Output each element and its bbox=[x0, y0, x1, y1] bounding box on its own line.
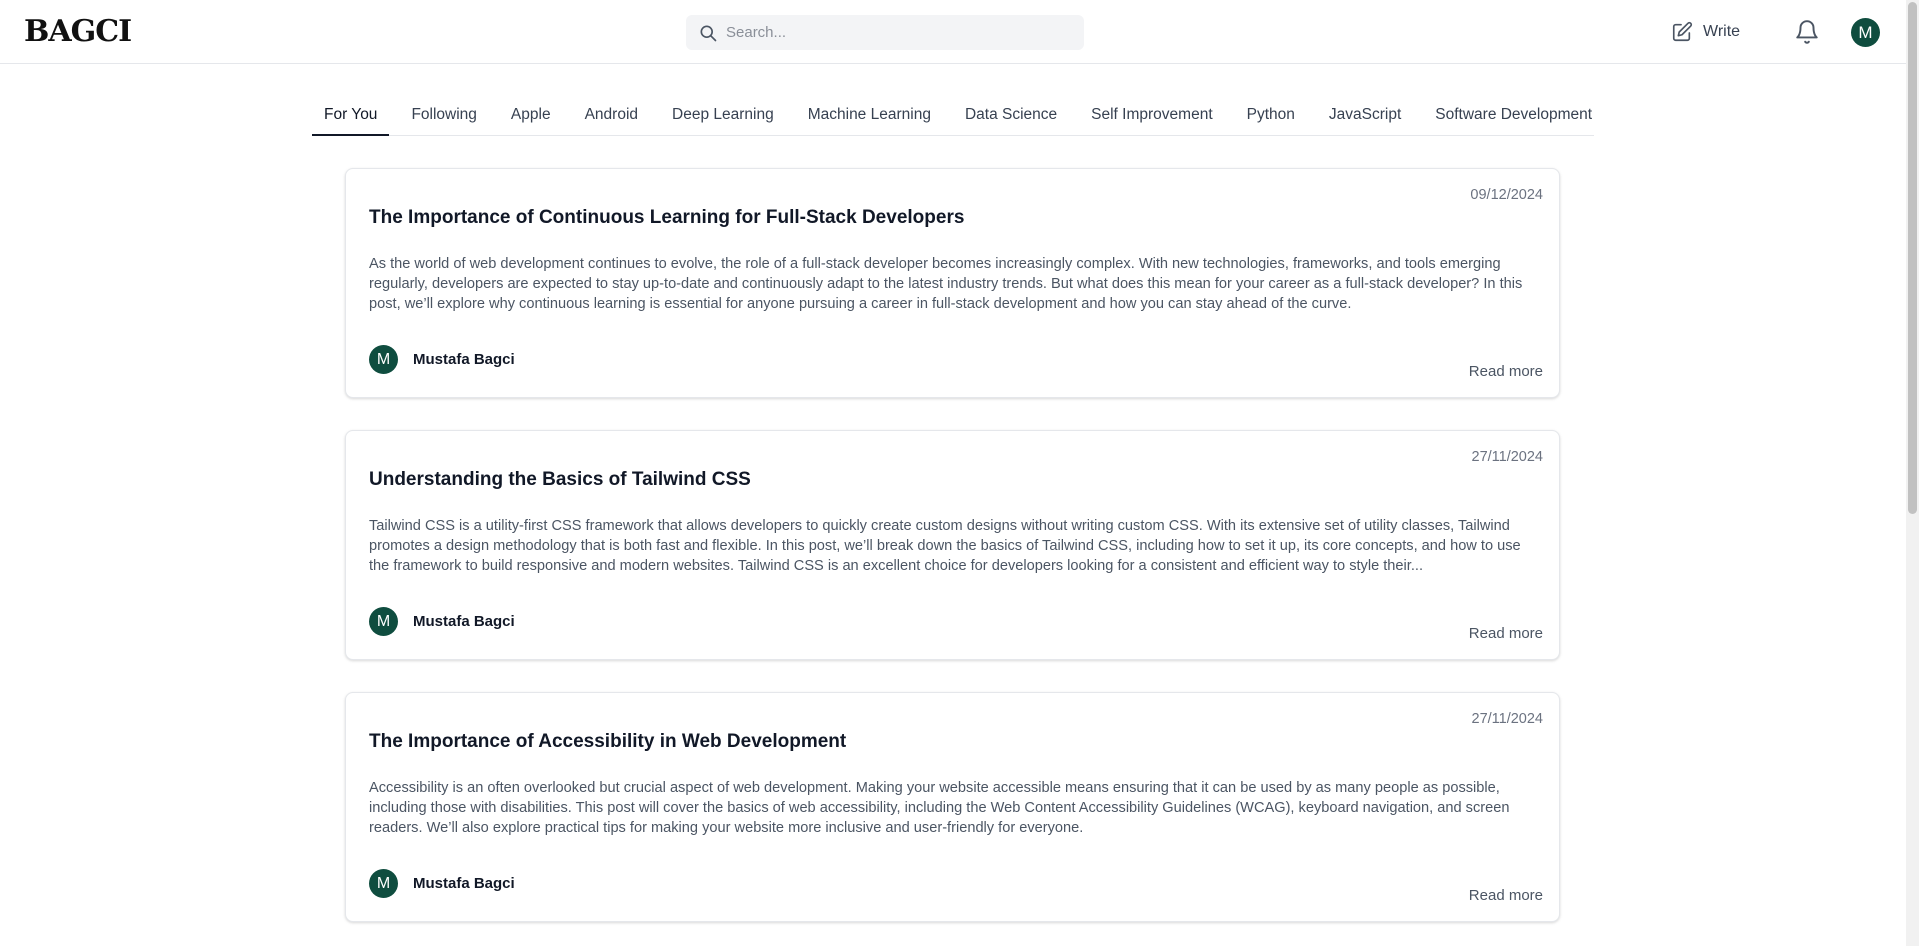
site-logo[interactable]: BAGCI bbox=[24, 14, 132, 50]
user-avatar[interactable]: M bbox=[1851, 18, 1880, 47]
search-icon bbox=[700, 25, 717, 42]
author-name: Mustafa Bagci bbox=[413, 875, 515, 892]
tab-android[interactable]: Android bbox=[573, 98, 650, 136]
notification-bell-icon[interactable] bbox=[1794, 19, 1820, 45]
write-label: Write bbox=[1703, 23, 1741, 40]
tab-data-science[interactable]: Data Science bbox=[953, 98, 1069, 136]
post-excerpt: As the world of web development continue… bbox=[369, 256, 1523, 312]
page-scrollbar[interactable] bbox=[1906, 0, 1919, 946]
post-card[interactable]: 09/12/2024 The Importance of Continuous … bbox=[345, 168, 1560, 398]
post-excerpt: Accessibility is an often overlooked but… bbox=[369, 780, 1510, 836]
top-header: BAGCI Write M bbox=[0, 0, 1906, 64]
author-avatar: M bbox=[369, 345, 398, 374]
post-date: 27/11/2024 bbox=[1471, 711, 1544, 727]
post-date: 27/11/2024 bbox=[1471, 449, 1544, 465]
tab-following[interactable]: Following bbox=[399, 98, 488, 136]
author-avatar: M bbox=[369, 607, 398, 636]
post-author[interactable]: M Mustafa Bagci bbox=[369, 607, 515, 636]
tab-self-improvement[interactable]: Self Improvement bbox=[1079, 98, 1224, 136]
post-excerpt: Tailwind CSS is a utility-first CSS fram… bbox=[369, 518, 1521, 574]
post-title[interactable]: The Importance of Continuous Learning fo… bbox=[369, 207, 964, 229]
post-card[interactable]: 27/11/2024 The Importance of Accessibili… bbox=[345, 692, 1560, 922]
tab-software-development[interactable]: Software Development bbox=[1423, 98, 1604, 136]
read-more-link[interactable]: Read more bbox=[1469, 625, 1543, 642]
search-bar[interactable] bbox=[686, 15, 1084, 50]
post-card[interactable]: 27/11/2024 Understanding the Basics of T… bbox=[345, 430, 1560, 660]
tab-apple[interactable]: Apple bbox=[499, 98, 563, 136]
author-name: Mustafa Bagci bbox=[413, 351, 515, 368]
tab-machine-learning[interactable]: Machine Learning bbox=[796, 98, 943, 136]
post-title[interactable]: Understanding the Basics of Tailwind CSS bbox=[369, 469, 751, 491]
author-avatar: M bbox=[369, 869, 398, 898]
tab-for-you[interactable]: For You bbox=[312, 98, 390, 136]
author-name: Mustafa Bagci bbox=[413, 613, 515, 630]
post-author[interactable]: M Mustafa Bagci bbox=[369, 869, 515, 898]
read-more-link[interactable]: Read more bbox=[1469, 363, 1543, 380]
category-tabs: For You Following Apple Android Deep Lea… bbox=[312, 98, 1594, 136]
tab-javascript[interactable]: JavaScript bbox=[1317, 98, 1413, 136]
tab-deep-learning[interactable]: Deep Learning bbox=[660, 98, 786, 136]
scrollbar-thumb[interactable] bbox=[1908, 2, 1917, 514]
post-author[interactable]: M Mustafa Bagci bbox=[369, 345, 515, 374]
search-input[interactable] bbox=[726, 15, 1076, 50]
write-button[interactable]: Write bbox=[1671, 19, 1740, 45]
tab-python[interactable]: Python bbox=[1235, 98, 1307, 136]
read-more-link[interactable]: Read more bbox=[1469, 887, 1543, 904]
edit-icon bbox=[1672, 21, 1693, 42]
post-title[interactable]: The Importance of Accessibility in Web D… bbox=[369, 731, 846, 753]
post-date: 09/12/2024 bbox=[1470, 187, 1543, 203]
